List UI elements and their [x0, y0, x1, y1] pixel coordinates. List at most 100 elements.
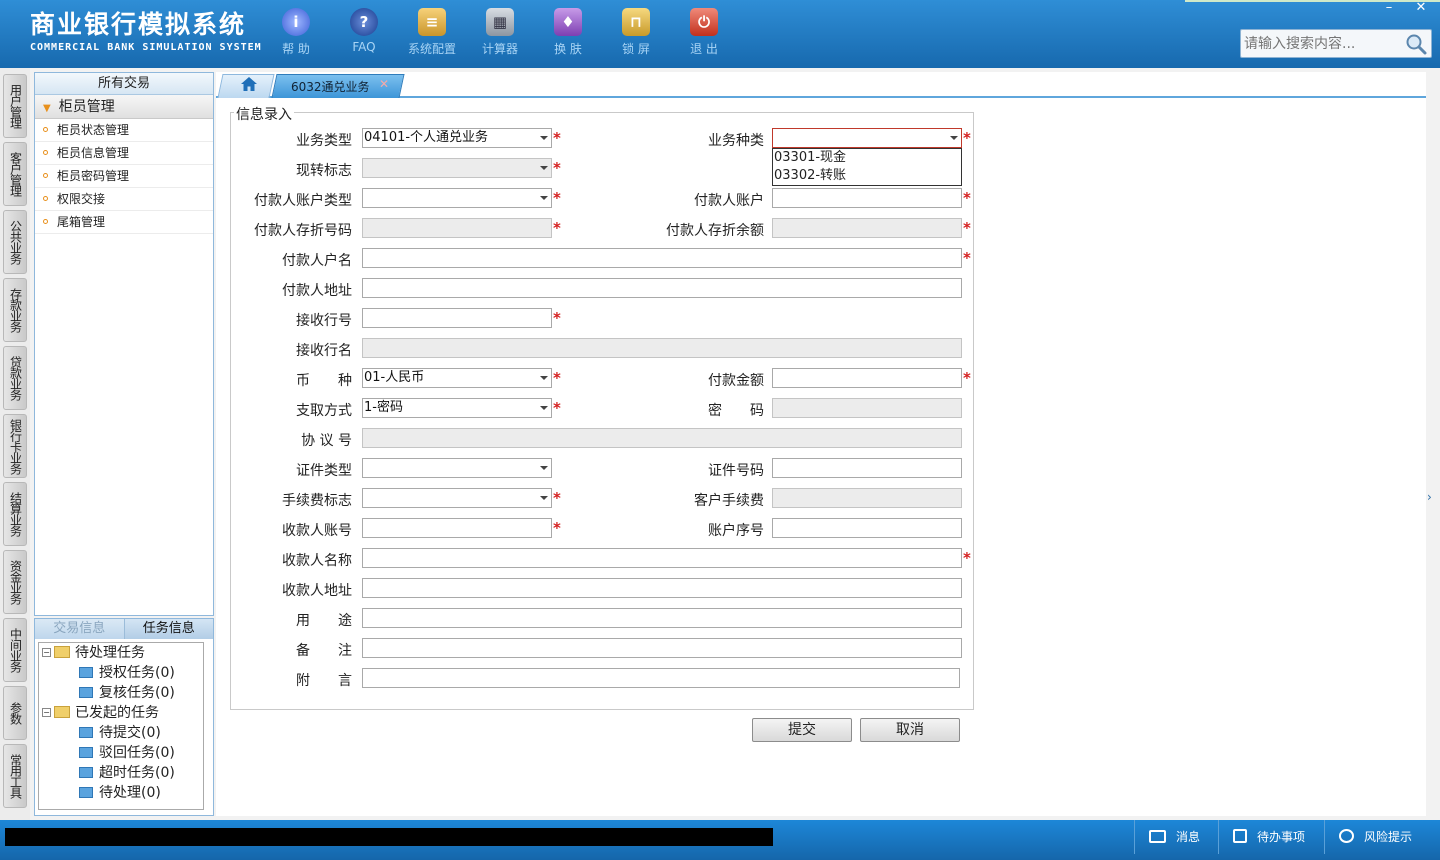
business-kind-select[interactable] — [772, 128, 962, 148]
bullet-icon — [43, 127, 48, 132]
tree-node-to-process[interactable]: 待处理(0) — [79, 783, 161, 803]
module-tab-fund[interactable]: 资金业务 — [3, 550, 27, 614]
help-button[interactable]: i 帮 助 — [262, 8, 330, 57]
module-tab-params[interactable]: 参数 — [3, 686, 27, 740]
collapse-icon[interactable]: − — [42, 708, 51, 717]
submit-button[interactable]: 提交 — [752, 718, 852, 742]
payer-address-input[interactable] — [362, 278, 962, 298]
business-type-label: 业务类型 — [296, 133, 352, 149]
tree-node-to-submit[interactable]: 待提交(0) — [79, 723, 161, 743]
dropdown-arrow-icon — [540, 466, 548, 470]
calculator-button[interactable]: ▦ 计算器 — [466, 8, 534, 57]
dropdown-option-transfer[interactable]: 03302-转账 — [773, 167, 961, 185]
required-mark: * — [963, 129, 971, 147]
tree-node-label: 授权任务(0) — [99, 665, 175, 681]
business-type-select[interactable]: 04101-个人通兑业务 — [362, 128, 552, 148]
module-tab-public[interactable]: 公共业务 — [3, 210, 27, 274]
module-tab-settlement[interactable]: 结算业务 — [3, 482, 27, 546]
all-transactions-header[interactable]: 所有交易 — [35, 73, 213, 95]
menu-item-teller-password[interactable]: 柜员密码管理 — [35, 165, 213, 188]
skin-button[interactable]: ♦ 换 肤 — [534, 8, 602, 57]
dropdown-arrow-icon — [540, 376, 548, 380]
task-icon — [79, 787, 93, 798]
receiving-bank-no-input[interactable] — [362, 308, 552, 328]
withdraw-method-select[interactable]: 1-密码 — [362, 398, 552, 418]
tree-node-rejected[interactable]: 驳回任务(0) — [79, 743, 175, 763]
payee-address-label: 收款人地址 — [282, 583, 352, 599]
settings-button[interactable]: ≡ 系统配置 — [398, 8, 466, 57]
menu-group-label: 柜员管理 — [58, 99, 115, 115]
menu-item-teller-info[interactable]: 柜员信息管理 — [35, 142, 213, 165]
currency-value: 01-人民币 — [364, 370, 425, 385]
tree-node-initiated[interactable]: − 已发起的任务 — [42, 703, 159, 723]
tree-node-pending[interactable]: − 待处理任务 — [42, 643, 145, 663]
search-input[interactable] — [1241, 30, 1401, 57]
menu-item-permission-handover[interactable]: 权限交接 — [35, 188, 213, 211]
expand-panel-chevron-icon[interactable]: › — [1427, 490, 1437, 530]
payer-name-input[interactable] — [362, 248, 962, 268]
home-icon[interactable] — [240, 76, 258, 92]
chat-bubble-icon — [1339, 829, 1354, 843]
withdraw-method-value: 1-密码 — [364, 400, 403, 415]
module-tab-intermediary[interactable]: 中间业务 — [3, 618, 27, 682]
menu-group-teller-management[interactable]: ▼ 柜员管理 — [35, 95, 213, 119]
purpose-input[interactable] — [362, 608, 962, 628]
cancel-button[interactable]: 取消 — [860, 718, 960, 742]
dropdown-option-cash[interactable]: 03301-现金 — [773, 149, 961, 167]
id-number-input[interactable] — [772, 458, 962, 478]
menu-item-teller-status[interactable]: 柜员状态管理 — [35, 119, 213, 142]
tab-task-info[interactable]: 任务信息 — [123, 619, 213, 639]
module-tab-tools[interactable]: 常用工具 — [3, 744, 27, 808]
module-tab-customer[interactable]: 客户管理 — [3, 142, 27, 206]
agreement-no-input[interactable] — [362, 428, 962, 448]
payee-address-input[interactable] — [362, 578, 962, 598]
module-tab-user[interactable]: 用户管理 — [3, 74, 27, 138]
exit-icon: ⏻ — [690, 8, 718, 36]
module-tab-loan[interactable]: 贷款业务 — [3, 346, 27, 410]
payee-name-input[interactable] — [362, 548, 962, 568]
currency-select[interactable]: 01-人民币 — [362, 368, 552, 388]
payer-passbook-no-input[interactable] — [362, 218, 552, 238]
faq-button[interactable]: ? FAQ — [330, 8, 398, 57]
fee-flag-select[interactable] — [362, 488, 552, 508]
bullet-icon — [43, 196, 48, 201]
minimize-button[interactable]: – — [1374, 0, 1404, 18]
payer-account-type-select[interactable] — [362, 188, 552, 208]
collapse-icon[interactable]: − — [42, 648, 51, 657]
lock-button[interactable]: ⊓ 锁 屏 — [602, 8, 670, 57]
tree-node-label: 待提交(0) — [99, 725, 161, 741]
tab-close-icon[interactable]: ✕ — [379, 77, 389, 91]
todo-label: 待办事项 — [1257, 830, 1306, 844]
menu-item-tail-box[interactable]: 尾箱管理 — [35, 211, 213, 234]
messages-button[interactable]: 消息 — [1134, 820, 1218, 854]
tree-node-review[interactable]: 复核任务(0) — [79, 683, 175, 703]
todo-button[interactable]: 待办事项 — [1218, 820, 1324, 854]
payer-passbook-balance-input[interactable] — [772, 218, 962, 238]
remark-input[interactable] — [362, 638, 962, 658]
account-seq-input[interactable] — [772, 518, 962, 538]
receiving-bank-name-input[interactable] — [362, 338, 962, 358]
skin-label: 换 肤 — [554, 42, 582, 56]
customer-fee-input[interactable] — [772, 488, 962, 508]
payment-amount-input[interactable] — [772, 368, 962, 388]
tab-transaction-info[interactable]: 交易信息 — [35, 619, 124, 639]
tree-node-timeout[interactable]: 超时任务(0) — [79, 763, 175, 783]
exit-button[interactable]: ⏻ 退 出 — [670, 8, 738, 57]
search-icon[interactable] — [1404, 32, 1428, 56]
postscript-input[interactable] — [362, 668, 960, 688]
module-tab-card[interactable]: 银行卡业务 — [3, 414, 27, 478]
cash-transfer-flag-select[interactable] — [362, 158, 552, 178]
dropdown-arrow-icon — [540, 406, 548, 410]
password-input[interactable] — [772, 398, 962, 418]
risk-alert-button[interactable]: 风险提示 — [1324, 820, 1440, 854]
tab-6032-label[interactable]: 6032通兑业务 — [291, 78, 370, 95]
payer-account-input[interactable] — [772, 188, 962, 208]
tree-node-auth[interactable]: 授权任务(0) — [79, 663, 175, 683]
module-tab-deposit[interactable]: 存款业务 — [3, 278, 27, 342]
id-type-select[interactable] — [362, 458, 552, 478]
payee-account-input[interactable] — [362, 518, 552, 538]
tree-node-label: 驳回任务(0) — [99, 745, 175, 761]
payment-amount-label: 付款金额 — [708, 373, 764, 389]
required-mark: * — [963, 189, 971, 207]
close-button[interactable]: ✕ — [1406, 0, 1436, 18]
